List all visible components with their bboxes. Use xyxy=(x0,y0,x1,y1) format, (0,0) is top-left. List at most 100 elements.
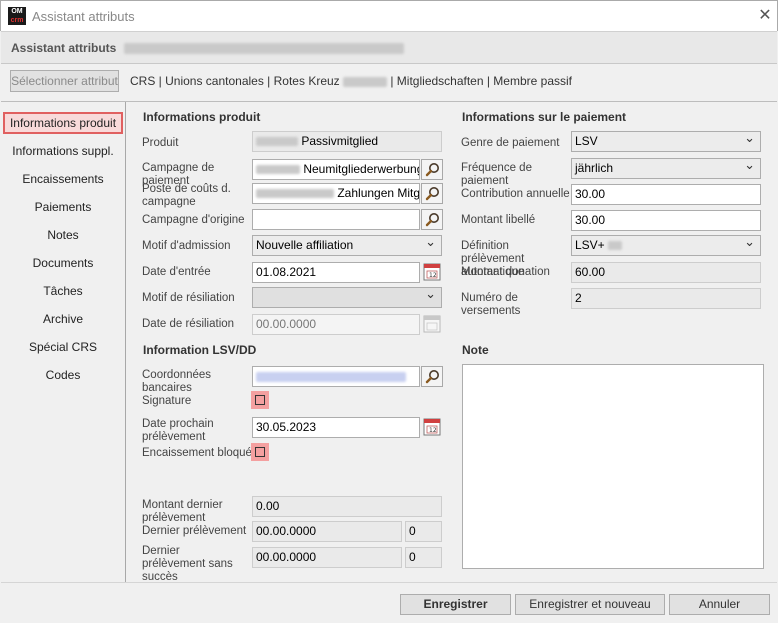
campagne-paiement-value: Neumitgliederwerbung W xyxy=(303,162,420,176)
produit-label: Produit xyxy=(142,137,179,149)
redacted-text xyxy=(343,76,388,87)
calendar-icon[interactable]: 12 xyxy=(423,417,443,438)
poste-couts-search-button[interactable] xyxy=(421,183,443,204)
header-title-text: Assistant attributs xyxy=(11,41,117,55)
save-button[interactable]: Enregistrer xyxy=(400,594,511,615)
search-icon xyxy=(425,163,439,177)
app-logo: OM crm xyxy=(8,7,26,25)
date-entree-field[interactable]: 01.08.2021 xyxy=(252,262,420,283)
sidebar-item-informations-produit[interactable]: Informations produit xyxy=(1,112,125,134)
dernier-sans-succes-count-field: 0 xyxy=(405,547,442,568)
sidebar-item-notes[interactable]: Notes xyxy=(1,228,125,242)
section-title-product: Informations produit xyxy=(143,110,261,124)
sidebar-item-codes[interactable]: Codes xyxy=(1,368,125,382)
produit-field: Passivmitglied xyxy=(252,131,442,152)
dialog-header: Assistant attributs xyxy=(1,31,777,64)
calendar-icon[interactable]: 12 xyxy=(423,262,443,283)
sidebar-item-taches[interactable]: Tâches xyxy=(1,284,125,298)
section-title-payment: Informations sur le paiement xyxy=(462,110,627,124)
header-title: Assistant attributs xyxy=(11,41,404,55)
encaissement-bloque-checkbox[interactable] xyxy=(251,443,269,461)
svg-text:12: 12 xyxy=(429,427,437,434)
section-title-lsv: Information LSV/DD xyxy=(143,343,257,357)
frequence-paiement-label: Fréquence de paiement xyxy=(461,162,532,187)
window-title: Assistant attributs xyxy=(32,9,135,24)
sidebar-item-paiements[interactable]: Paiements xyxy=(1,200,125,214)
redacted-text xyxy=(256,165,300,175)
montant-dernier-field: 0.00 xyxy=(252,496,442,517)
dernier-prelevement-label: Dernier prélèvement xyxy=(142,525,247,537)
title-bar: OM crm Assistant attributs ✕ xyxy=(0,0,778,31)
numero-versements-label: Numéro de versements xyxy=(461,292,521,317)
numero-versements-field: 2 xyxy=(571,288,761,309)
montant-donation-label: Montant donation xyxy=(461,266,550,278)
campagne-origine-field[interactable] xyxy=(252,209,420,230)
definition-prelevement-value: LSV+ xyxy=(575,238,605,252)
genre-paiement-select[interactable]: LSV xyxy=(571,131,761,152)
save-and-new-button[interactable]: Enregistrer et nouveau xyxy=(515,594,665,615)
note-textarea[interactable] xyxy=(462,364,764,569)
sidebar: Informations produit Informations suppl.… xyxy=(1,102,126,582)
signature-label: Signature xyxy=(142,395,192,407)
motif-admission-label: Motif d'admission xyxy=(142,240,231,252)
motif-resiliation-select[interactable] xyxy=(252,287,442,308)
montant-libelle-label: Montant libellé xyxy=(461,214,536,226)
calendar-icon xyxy=(423,314,443,335)
breadcrumb: CRS | Unions cantonales | Rotes Kreuz | … xyxy=(130,74,572,88)
encaissement-bloque-label: Encaissement bloqué xyxy=(142,447,252,459)
dernier-sans-succes-date-field: 00.00.0000 xyxy=(252,547,402,568)
genre-paiement-label: Genre de paiement xyxy=(461,137,560,149)
signature-checkbox[interactable] xyxy=(251,391,269,409)
search-icon xyxy=(425,187,439,201)
svg-text:12: 12 xyxy=(429,272,437,279)
frequence-paiement-select[interactable]: jährlich xyxy=(571,158,761,179)
poste-couts-value: Zahlungen Mitg xyxy=(337,186,420,200)
footer: Enregistrer Enregistrer et nouveau Annul… xyxy=(1,582,777,623)
definition-prelevement-select[interactable]: LSV+ xyxy=(571,235,761,256)
coordonnees-label: Coordonnées bancaires xyxy=(142,369,212,394)
date-prochain-field[interactable]: 30.05.2023 xyxy=(252,417,420,438)
search-icon xyxy=(425,370,439,384)
poste-couts-label: Poste de coûts d. campagne xyxy=(142,183,231,208)
contribution-annuelle-label: Contribution annuelle xyxy=(461,188,570,200)
toolbar: Sélectionner attribut CRS | Unions canto… xyxy=(1,64,777,102)
logo-text: OM xyxy=(11,8,23,15)
dernier-sans-succes-label: Dernier prélèvement sans succès xyxy=(142,545,233,583)
sidebar-item-label: Informations produit xyxy=(2,112,124,134)
main-content: Informations produit Produit Passivmitgl… xyxy=(127,102,777,583)
dernier-prelevement-date-field: 00.00.0000 xyxy=(252,521,402,542)
date-entree-label: Date d'entrée xyxy=(142,266,211,278)
poste-couts-field[interactable]: Zahlungen Mitg xyxy=(252,183,420,204)
coordonnees-field[interactable] xyxy=(252,366,420,387)
breadcrumb-part: CRS | Unions cantonales | Rotes Kreuz xyxy=(130,74,340,88)
contribution-annuelle-field[interactable]: 30.00 xyxy=(571,184,761,205)
section-title-note: Note xyxy=(462,343,489,357)
dernier-prelevement-count-field: 0 xyxy=(405,521,442,542)
sidebar-item-informations-suppl[interactable]: Informations suppl. xyxy=(1,144,125,158)
coordonnees-search-button[interactable] xyxy=(421,366,443,387)
logo-subtext: crm xyxy=(10,17,24,24)
close-icon[interactable]: ✕ xyxy=(755,6,775,26)
sidebar-item-archive[interactable]: Archive xyxy=(1,312,125,326)
redacted-text xyxy=(256,371,406,382)
select-attribute-button[interactable]: Sélectionner attribut xyxy=(10,70,119,92)
redacted-text xyxy=(608,241,623,251)
montant-libelle-field[interactable]: 30.00 xyxy=(571,210,761,231)
motif-admission-select[interactable]: Nouvelle affiliation xyxy=(252,235,442,256)
montant-dernier-label: Montant dernier prélèvement xyxy=(142,499,223,524)
cancel-button[interactable]: Annuler xyxy=(669,594,770,615)
campagne-paiement-field[interactable]: Neumitgliederwerbung W xyxy=(252,159,420,180)
produit-value: Passivmitglied xyxy=(301,134,379,148)
motif-resiliation-label: Motif de résiliation xyxy=(142,292,235,304)
sidebar-item-documents[interactable]: Documents xyxy=(1,256,125,270)
sidebar-item-special-crs[interactable]: Spécial CRS xyxy=(1,340,125,354)
campagne-origine-search-button[interactable] xyxy=(421,209,443,230)
date-resiliation-field: 00.00.0000 xyxy=(252,314,420,335)
search-icon xyxy=(425,213,439,227)
montant-donation-field: 60.00 xyxy=(571,262,761,283)
redacted-text xyxy=(123,43,404,55)
sidebar-item-encaissements[interactable]: Encaissements xyxy=(1,172,125,186)
breadcrumb-part: | Mitgliedschaften | Membre passif xyxy=(390,74,572,88)
date-resiliation-label: Date de résiliation xyxy=(142,318,235,330)
campagne-paiement-search-button[interactable] xyxy=(421,159,443,180)
